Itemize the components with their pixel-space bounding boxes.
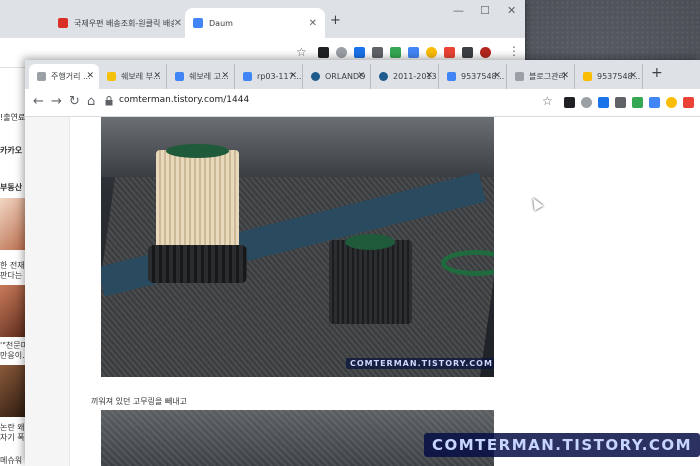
home-icon[interactable]: ⌂	[87, 94, 95, 109]
chevrolet-favicon-icon	[107, 72, 116, 81]
tab[interactable]: 9537548... ✕	[439, 64, 507, 89]
extension-icon[interactable]	[408, 47, 419, 58]
bookmark-star-icon[interactable]: ☆	[296, 45, 307, 59]
menu-dots-icon[interactable]: ⋮	[508, 44, 520, 58]
close-icon[interactable]: ✕	[629, 71, 637, 81]
filter-base	[148, 245, 247, 283]
news-thumbnail[interactable]	[0, 365, 27, 417]
extension-icon[interactable]	[649, 97, 660, 108]
extension-icon[interactable]	[564, 97, 575, 108]
back-extensions	[318, 47, 491, 58]
fuel-filter-photo: COMTERMAN.TISTORY.COM	[101, 117, 494, 377]
extension-icon[interactable]	[581, 97, 592, 108]
new-tab-icon[interactable]: +	[330, 13, 341, 28]
tab[interactable]: 2011-2013 ✕	[371, 64, 439, 89]
photo-caption: 끼워져 있던 고무링을 빼내고	[91, 397, 187, 406]
close-icon[interactable]: ✕	[289, 71, 297, 81]
news-thumbnail[interactable]	[0, 198, 27, 250]
close-icon[interactable]: ✕	[174, 18, 182, 29]
close-icon[interactable]: ✕	[86, 71, 94, 81]
side-text[interactable]: !출연료	[0, 112, 25, 123]
back-tab-shipping[interactable]: 국제우편 배송조회-원클릭 배송 ✕	[50, 8, 190, 38]
overlay-watermark: COMTERMAN.TISTORY.COM	[424, 433, 700, 457]
shipping-favicon-icon	[58, 18, 68, 28]
tab[interactable]: 쉐보레 부... ✕	[99, 64, 167, 89]
close-icon[interactable]: ✕	[561, 71, 569, 81]
extension-icon[interactable]	[683, 97, 694, 108]
kakao-favicon-icon	[583, 72, 592, 81]
daum-side-content: !출연료 카카오 부동산 한 전재 판다는 '"천문미 만응이... 논란 왜 …	[0, 100, 27, 466]
close-icon[interactable]: ✕	[493, 71, 501, 81]
side-text[interactable]: 자기 폭	[0, 432, 25, 443]
extension-icon[interactable]	[354, 47, 365, 58]
reload-icon[interactable]: ↻	[69, 94, 80, 109]
extension-icon[interactable]	[372, 47, 383, 58]
extension-icon[interactable]	[462, 47, 473, 58]
old-fuel-filter	[329, 234, 412, 324]
extension-icon[interactable]	[444, 47, 455, 58]
extension-icon[interactable]	[426, 47, 437, 58]
extension-icon[interactable]	[598, 97, 609, 108]
front-browser-window: 주행거리 ... ✕ 쉐보레 부... ✕ 쉐보레 고... ✕ rp03-11…	[25, 60, 700, 466]
tab-active[interactable]: 주행거리 ... ✕	[29, 64, 99, 89]
globe-favicon-icon	[379, 72, 388, 81]
side-text[interactable]: 부동산	[0, 182, 22, 193]
daum-favicon-icon	[447, 72, 456, 81]
left-margin	[25, 117, 70, 466]
front-toolbar: ← → ↻ ⌂ comterman.tistory.com/1444 ☆	[25, 89, 700, 117]
blog-page-content: COMTERMAN.TISTORY.COM 끼워져 있던 고무링을 빼내고	[25, 117, 700, 466]
profile-avatar-icon[interactable]	[480, 47, 491, 58]
close-icon[interactable]: ✕	[221, 71, 229, 81]
extension-icon[interactable]	[336, 47, 347, 58]
tab-label: 주행거리 ...	[51, 72, 91, 81]
bookmark-star-icon[interactable]: ☆	[542, 94, 553, 108]
close-window-icon[interactable]: ✕	[507, 4, 516, 17]
globe-favicon-icon	[311, 72, 320, 81]
tab[interactable]: 쉐보레 고... ✕	[167, 64, 235, 89]
front-extensions	[564, 97, 700, 108]
maximize-icon[interactable]: ☐	[480, 4, 490, 17]
side-text[interactable]: 만응이...	[0, 350, 27, 361]
tab-label: Daum	[209, 18, 233, 28]
extension-icon[interactable]	[666, 97, 677, 108]
extension-icon[interactable]	[632, 97, 643, 108]
filter-cap	[345, 234, 395, 250]
photo-watermark: COMTERMAN.TISTORY.COM	[346, 358, 494, 369]
tab[interactable]: 9537548... ✕	[575, 64, 643, 89]
side-text[interactable]: 카카오	[0, 145, 22, 156]
daum-favicon-icon	[193, 18, 203, 28]
tab-label: 블로그관리	[529, 72, 566, 81]
extension-icon[interactable]	[615, 97, 626, 108]
close-icon[interactable]: ✕	[309, 18, 317, 29]
close-icon[interactable]: ✕	[425, 71, 433, 81]
close-icon[interactable]: ✕	[357, 71, 365, 81]
tab[interactable]: ORLANDO ✕	[303, 64, 371, 89]
new-fuel-filter	[148, 144, 247, 283]
lock-icon[interactable]	[105, 96, 113, 106]
front-tab-strip: 주행거리 ... ✕ 쉐보레 부... ✕ 쉐보레 고... ✕ rp03-11…	[25, 60, 700, 89]
back-tab-strip: 국제우편 배송조회-원클릭 배송 ✕ Daum ✕ + — ☐ ✕	[0, 0, 525, 38]
google-favicon-icon	[175, 72, 184, 81]
close-icon[interactable]: ✕	[153, 71, 161, 81]
minimize-icon[interactable]: —	[453, 4, 464, 17]
page-favicon-icon	[37, 72, 46, 81]
tab-label: 국제우편 배송조회-원클릭 배송	[74, 18, 174, 28]
back-tab-daum[interactable]: Daum ✕	[185, 8, 325, 38]
extension-icon[interactable]	[318, 47, 329, 58]
news-thumbnail[interactable]	[0, 285, 27, 337]
google-favicon-icon	[243, 72, 252, 81]
filter-cap	[166, 144, 229, 158]
side-text[interactable]: 판다는	[0, 270, 22, 281]
new-tab-icon[interactable]: +	[651, 65, 663, 81]
forward-arrow-icon[interactable]: →	[51, 94, 62, 109]
tab[interactable]: rp03-117... ✕	[235, 64, 303, 89]
side-text[interactable]: 메슈워	[0, 455, 22, 466]
extension-icon[interactable]	[390, 47, 401, 58]
back-arrow-icon[interactable]: ←	[33, 94, 44, 109]
page-favicon-icon	[515, 72, 524, 81]
tab[interactable]: 블로그관리 ✕	[507, 64, 575, 89]
address-bar[interactable]: comterman.tistory.com/1444	[119, 95, 249, 105]
